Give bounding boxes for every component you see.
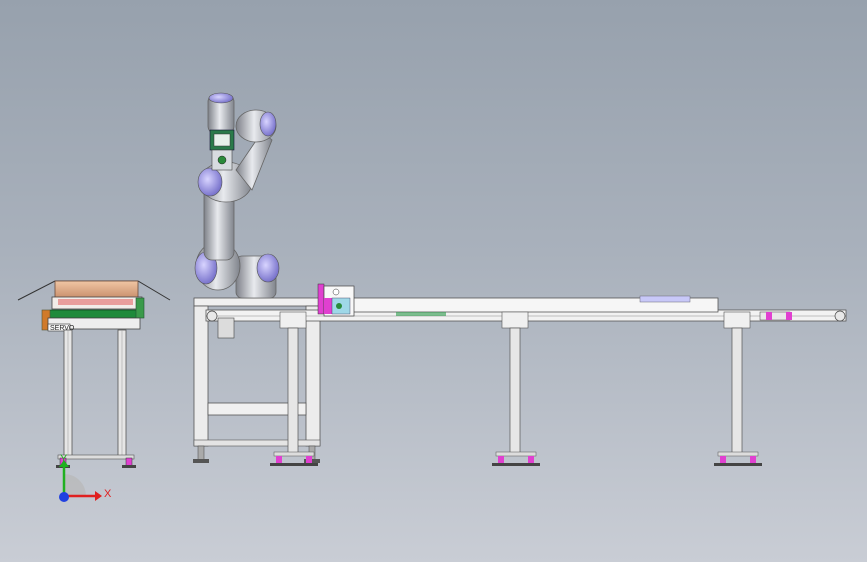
y-axis-label: Y	[60, 453, 68, 465]
gripper-window	[213, 133, 231, 147]
wrist-cap	[259, 111, 277, 137]
carton-box[interactable]	[54, 280, 139, 299]
elbow-cap	[197, 167, 223, 197]
feed-station[interactable]: SERVO	[17, 280, 171, 468]
main-conveyor[interactable]	[205, 283, 847, 466]
table-base	[193, 439, 321, 447]
conveyor-support-3	[714, 311, 762, 466]
cad-scene[interactable]: SERVO X Y	[0, 0, 867, 562]
tail-pulley	[834, 310, 846, 322]
z-axis-dot	[59, 492, 69, 502]
drive-pulley	[206, 310, 218, 322]
feed-foot-right	[122, 457, 136, 468]
tail-marker-2	[786, 312, 792, 320]
sensor-strip	[396, 312, 446, 316]
stopper-post[interactable]	[317, 283, 325, 315]
tail-guide	[759, 311, 791, 321]
table-leg-right	[305, 305, 321, 447]
roller-end-right	[135, 297, 145, 319]
table-leg-left	[193, 305, 209, 447]
head-cap	[208, 92, 234, 104]
carton-print	[58, 299, 133, 305]
drive-motor[interactable]	[217, 317, 235, 339]
table-foot-left	[193, 445, 209, 463]
tail-marker-1	[766, 312, 772, 320]
triad-plane	[64, 474, 86, 496]
base-joint-cap	[256, 253, 280, 283]
robot-arm[interactable]	[194, 92, 280, 299]
x-axis-label: X	[104, 488, 112, 500]
product-tray[interactable]	[639, 295, 691, 303]
axis-triad[interactable]: X Y	[59, 453, 112, 502]
conveyor-support-2	[492, 311, 540, 466]
feed-crossbar	[57, 454, 135, 460]
pusher-magenta	[324, 298, 332, 314]
roller-green[interactable]	[47, 309, 141, 319]
table-top	[193, 297, 321, 307]
gripper-sensor	[217, 155, 227, 165]
cad-viewport[interactable]: SERVO X Y	[0, 0, 867, 562]
